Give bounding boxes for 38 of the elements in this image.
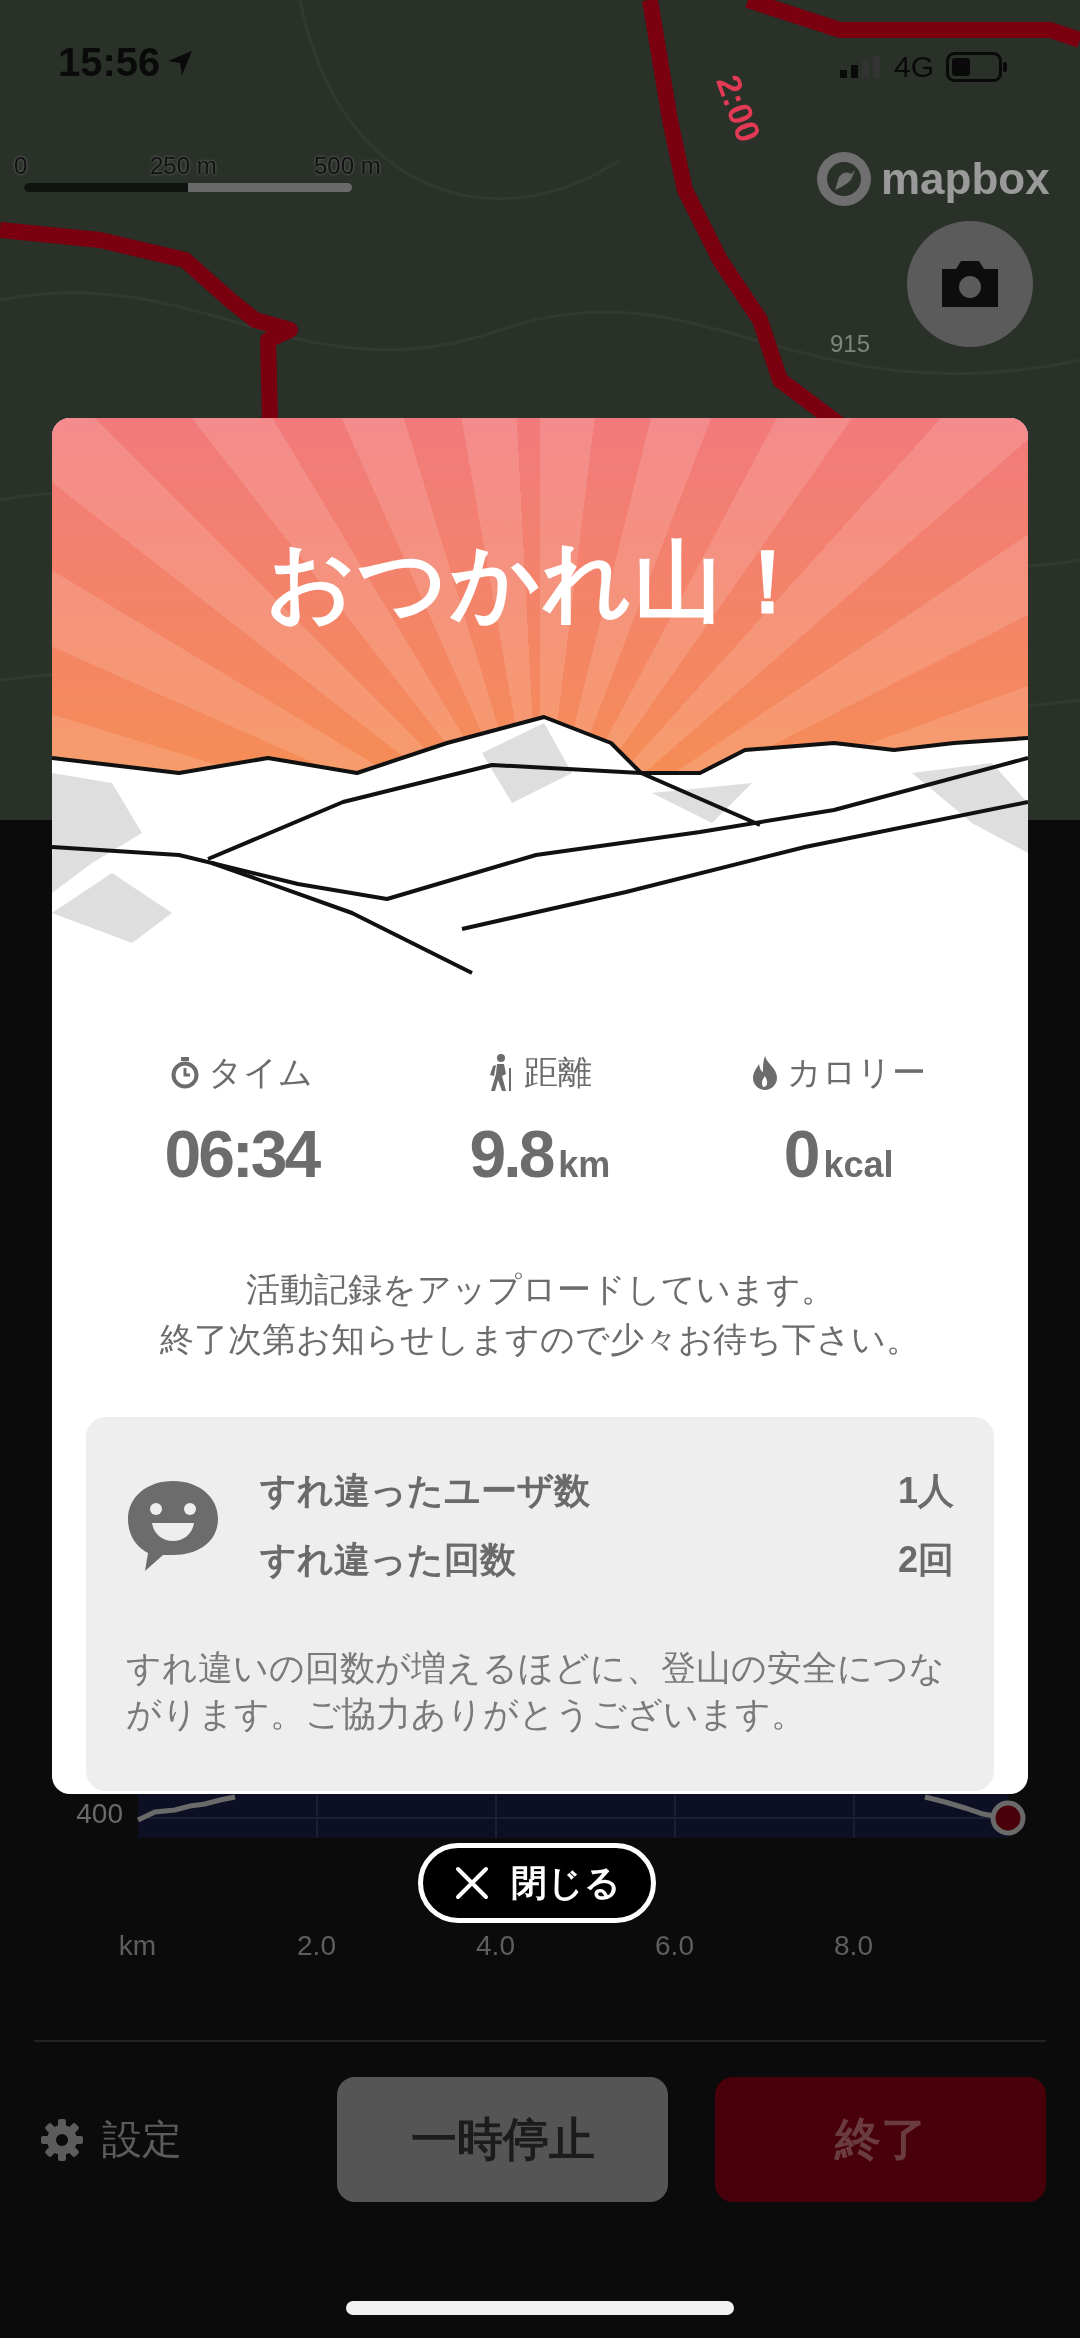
- encounter-label: すれ違った回数: [260, 1538, 516, 1582]
- stopwatch-icon: [169, 1057, 200, 1089]
- stat-unit: km: [558, 1144, 611, 1186]
- map-attribution: mapbox: [881, 154, 1050, 204]
- close-icon: [455, 1866, 489, 1900]
- encounter-label: すれ違ったユーザ数: [260, 1469, 590, 1513]
- signal-icon: [840, 56, 882, 78]
- battery-icon: [946, 52, 1009, 82]
- axis-label: 8.0: [833, 1930, 874, 1963]
- axis-label: 6.0: [654, 1930, 695, 1963]
- axis-label: 4.0: [475, 1930, 516, 1963]
- stat-label: 距離: [524, 1052, 592, 1093]
- stat-label: タイム: [207, 1052, 313, 1093]
- stat-label: カロリー: [787, 1052, 927, 1093]
- compass-logo-icon: [815, 150, 873, 208]
- settings-button[interactable]: 設定: [40, 2112, 290, 2167]
- axis-label: km: [117, 1930, 158, 1963]
- flame-icon: [751, 1056, 780, 1090]
- elevation-label: 915: [830, 330, 871, 358]
- axis-label: 2.0: [296, 1930, 337, 1963]
- encounter-count: 2回: [897, 1538, 954, 1582]
- stat-value: 06:34: [164, 1116, 319, 1192]
- stat-value: 9.8: [469, 1116, 553, 1192]
- axis-label: 400: [75, 1798, 124, 1831]
- encounter-note: すれ違いの回数が増えるほどに、登山の安全につながります。ご協力ありがとうございます。: [126, 1647, 946, 1735]
- stat-unit: kcal: [823, 1144, 894, 1186]
- pause-button[interactable]: 一時停止: [337, 2077, 668, 2202]
- close-button[interactable]: 閉じる: [418, 1843, 656, 1923]
- dialog-title: おつかれ山！: [265, 531, 815, 633]
- finish-button[interactable]: 終了: [715, 2077, 1046, 2202]
- smiling-speech-bubble-icon: [126, 1479, 220, 1573]
- upload-message: 活動記録をアップロードしています。: [245, 1269, 835, 1310]
- location-arrow-icon: [166, 48, 195, 77]
- route-time-label: 2:00: [708, 70, 769, 148]
- settings-icon: [40, 2117, 84, 2162]
- encounter-count: 1人: [897, 1469, 954, 1513]
- upload-message: 終了次第お知らせしますので少々お待ち下さい。: [160, 1319, 920, 1360]
- stat-value: 0: [783, 1116, 818, 1192]
